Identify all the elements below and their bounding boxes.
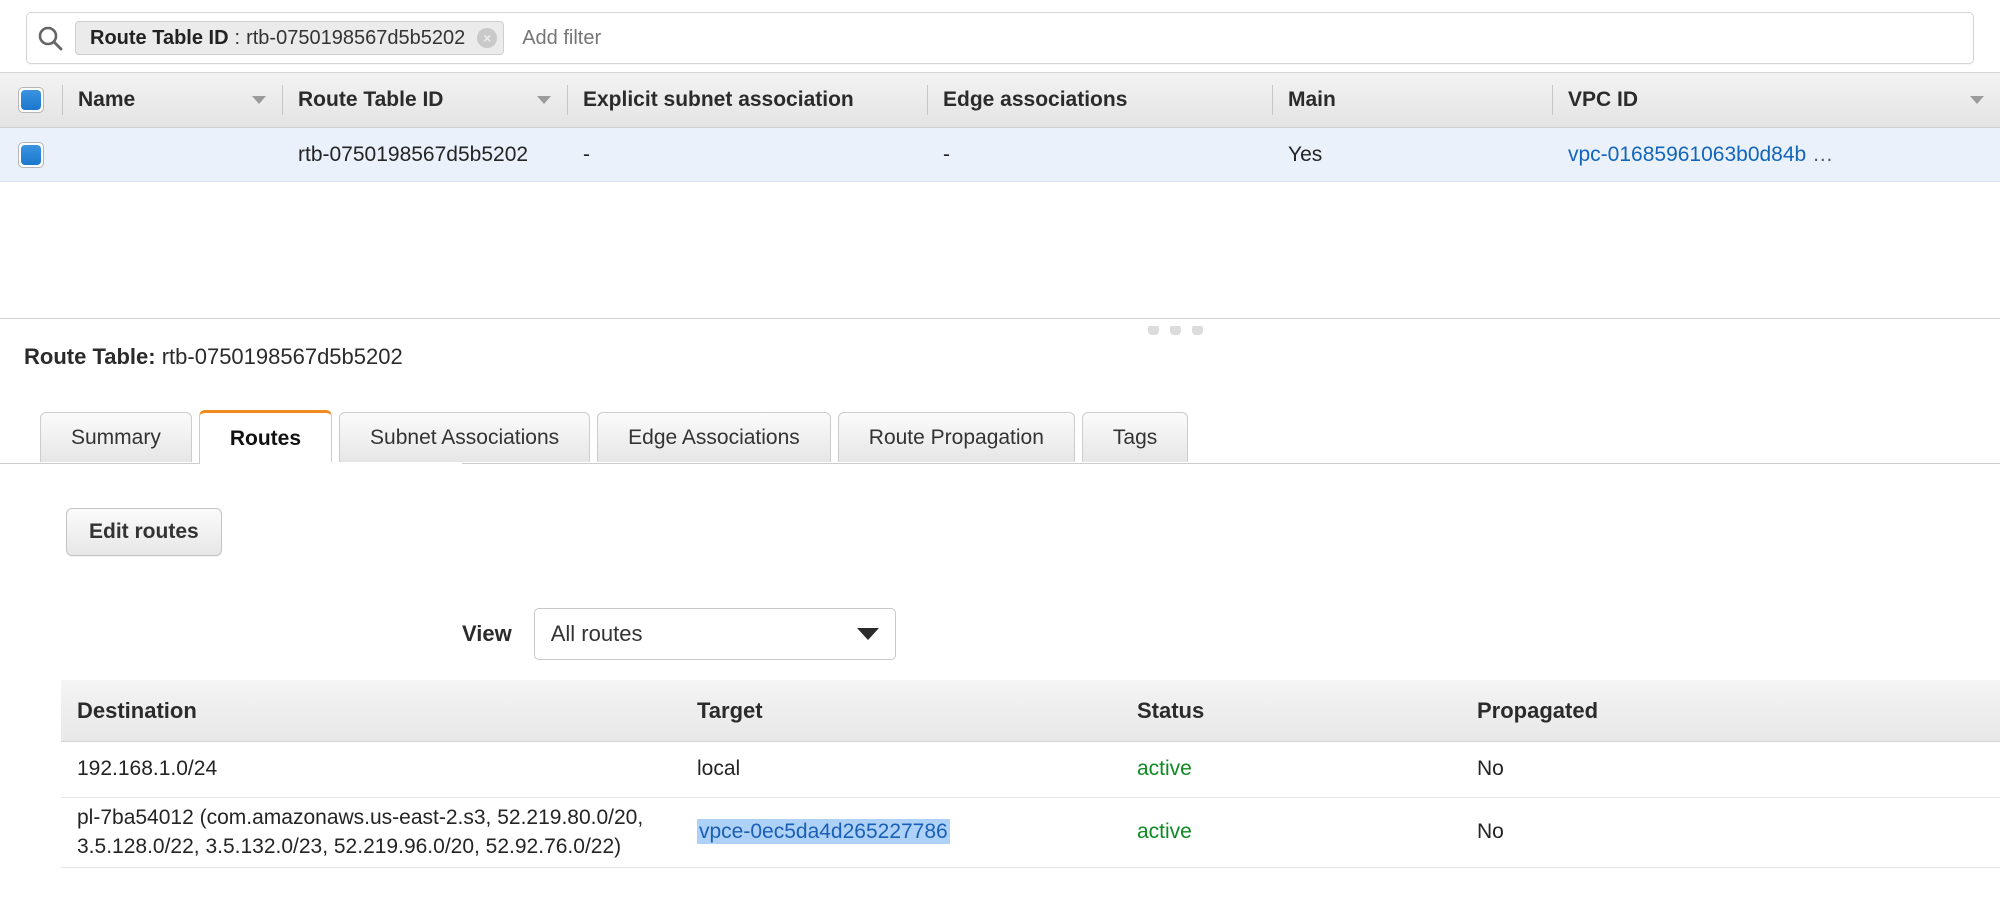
view-select[interactable]: All routes	[534, 608, 896, 660]
column-header-route-table-id-label: Route Table ID	[298, 88, 443, 112]
chevron-down-icon	[857, 628, 879, 640]
routes-column-header-status[interactable]: Status	[1121, 698, 1461, 724]
route-cell-propagated: No	[1461, 755, 2000, 783]
column-header-explicit-subnet-association[interactable]: Explicit subnet association	[567, 73, 927, 127]
routes-table-header-row: Destination Target Status Propagated	[61, 680, 2000, 742]
detail-panel-title-value: rtb-0750198567d5b5202	[162, 344, 403, 369]
column-header-name[interactable]: Name	[62, 73, 282, 127]
routes-column-header-destination[interactable]: Destination	[61, 698, 681, 724]
tab-routes[interactable]: Routes	[199, 410, 332, 464]
cell-vpc-id[interactable]: vpc-01685961063b0d84b …	[1552, 128, 2000, 181]
route-cell-status: active	[1121, 818, 1461, 846]
column-header-main[interactable]: Main	[1272, 73, 1552, 127]
routes-column-header-propagated[interactable]: Propagated	[1461, 698, 2000, 724]
filter-token-key: Route Table ID	[90, 27, 229, 50]
active-tab-underline-mask	[328, 462, 462, 465]
vpc-id-link[interactable]: vpc-01685961063b0d84b	[1568, 143, 1806, 167]
cell-route-table-id: rtb-0750198567d5b5202	[282, 128, 567, 181]
route-cell-destination: pl-7ba54012 (com.amazonaws.us-east-2.s3,…	[61, 804, 681, 861]
filter-token-value: rtb-0750198567d5b5202	[246, 27, 465, 50]
filter-token-separator: :	[229, 27, 247, 50]
edit-routes-button[interactable]: Edit routes	[66, 508, 222, 556]
cell-main: Yes	[1272, 128, 1552, 181]
grid-header-row: Name Route Table ID Explicit subnet asso…	[0, 72, 2000, 128]
table-row[interactable]: 192.168.1.0/24 local active No	[61, 742, 2000, 798]
add-filter-input[interactable]	[504, 13, 1973, 63]
detail-panel-title: Route Table: rtb-0750198567d5b5202	[24, 344, 403, 370]
column-header-edge-associations-label: Edge associations	[943, 88, 1127, 112]
view-label: View	[462, 621, 512, 647]
aws-vpc-route-tables-screen: Route Table ID : rtb-0750198567d5b5202 ×…	[0, 0, 2000, 904]
routes-table: Destination Target Status Propagated 192…	[61, 680, 2000, 868]
route-tables-grid: Name Route Table ID Explicit subnet asso…	[0, 72, 2000, 182]
vpc-id-truncation-ellipsis: …	[1806, 143, 1835, 167]
tab-summary[interactable]: Summary	[40, 412, 192, 462]
table-row[interactable]: pl-7ba54012 (com.amazonaws.us-east-2.s3,…	[61, 798, 2000, 868]
route-cell-target: local	[681, 755, 1121, 783]
view-select-value: All routes	[551, 621, 643, 647]
cell-name	[62, 128, 282, 181]
row-select-cell[interactable]	[0, 128, 62, 181]
vpc-endpoint-target-selected-text[interactable]: vpce-0ec5da4d265227786	[697, 819, 950, 844]
select-all-checkbox[interactable]	[18, 87, 44, 113]
filter-token-clear-icon[interactable]: ×	[477, 28, 497, 48]
cell-explicit-subnet-association: -	[567, 128, 927, 181]
route-cell-propagated: No	[1461, 818, 2000, 846]
table-row[interactable]: rtb-0750198567d5b5202 - - Yes vpc-016859…	[0, 128, 2000, 182]
detail-tabs: Summary Routes Subnet Associations Edge …	[40, 410, 1195, 462]
view-filter-row: View All routes	[462, 608, 896, 660]
tab-edge-associations[interactable]: Edge Associations	[597, 412, 831, 462]
cell-edge-associations: -	[927, 128, 1272, 181]
chevron-down-icon[interactable]	[1960, 96, 1984, 104]
select-all-header[interactable]	[0, 73, 62, 127]
filter-token-route-table-id[interactable]: Route Table ID : rtb-0750198567d5b5202 ×	[75, 21, 504, 55]
column-header-edge-associations[interactable]: Edge associations	[927, 73, 1272, 127]
column-header-vpc-id[interactable]: VPC ID	[1552, 73, 2000, 127]
panel-divider	[0, 318, 2000, 319]
chevron-down-icon[interactable]	[242, 96, 266, 104]
column-header-explicit-subnet-association-label: Explicit subnet association	[583, 88, 854, 112]
route-cell-destination: 192.168.1.0/24	[61, 755, 681, 783]
filter-bar[interactable]: Route Table ID : rtb-0750198567d5b5202 ×	[26, 12, 1974, 64]
route-cell-status: active	[1121, 755, 1461, 783]
routes-column-header-target[interactable]: Target	[681, 698, 1121, 724]
column-header-route-table-id[interactable]: Route Table ID	[282, 73, 567, 127]
row-checkbox[interactable]	[18, 142, 44, 168]
tab-tags[interactable]: Tags	[1082, 412, 1188, 462]
column-header-name-label: Name	[78, 88, 135, 112]
chevron-down-icon[interactable]	[527, 96, 551, 104]
tab-subnet-associations[interactable]: Subnet Associations	[339, 412, 590, 462]
search-icon	[27, 24, 73, 52]
detail-panel-title-label: Route Table:	[24, 344, 156, 369]
route-cell-target[interactable]: vpce-0ec5da4d265227786	[681, 818, 1121, 846]
column-header-vpc-id-label: VPC ID	[1568, 88, 1638, 112]
column-header-main-label: Main	[1288, 88, 1336, 112]
tab-route-propagation[interactable]: Route Propagation	[838, 412, 1075, 462]
resize-grip-icon[interactable]	[1148, 326, 1203, 335]
